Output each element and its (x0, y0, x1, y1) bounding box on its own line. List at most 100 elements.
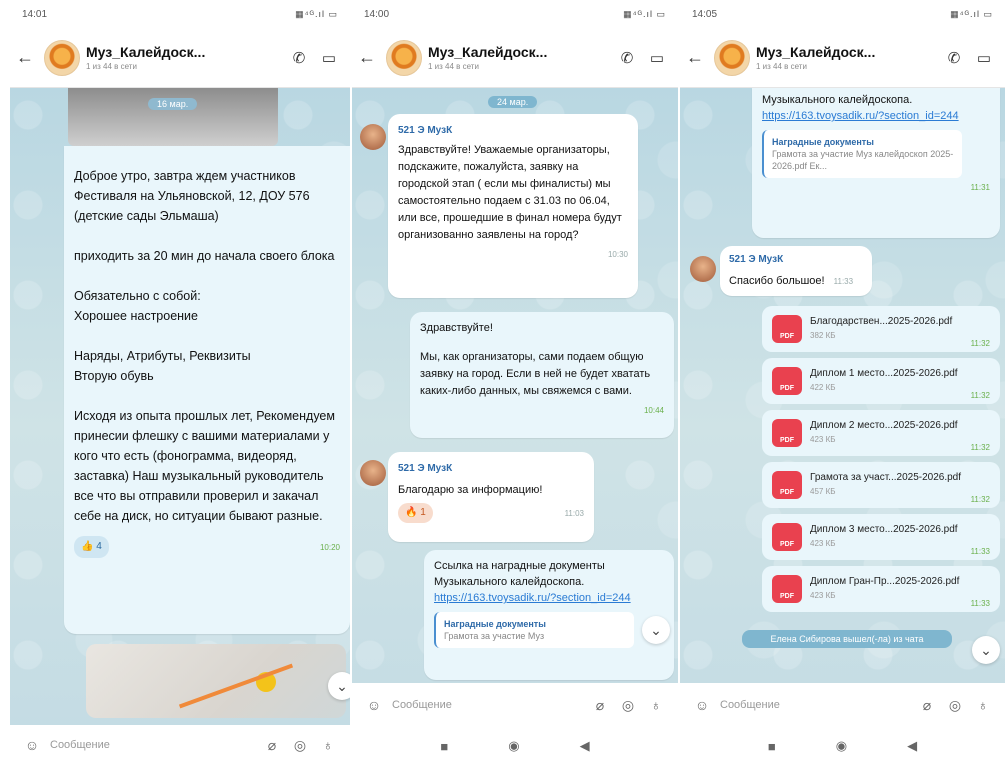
chat-title-block[interactable]: Муз_Калейдоск... 1 из 44 в сети (86, 44, 284, 71)
file-message[interactable]: PDF Благодарствен...2025-2026.pdf 382 КБ … (762, 306, 1000, 352)
message-text: Хорошее настроение (74, 309, 198, 323)
message-text: Здравствуйте! (420, 322, 493, 334)
message-link[interactable]: https://163.tvoysadik.ru/?section_id=244 (762, 108, 990, 124)
mic-icon[interactable]: ♁ (642, 697, 670, 713)
home-icon[interactable]: ◉ (508, 738, 519, 754)
preview-subtitle: Грамота за участие Муз калейдоскоп 2025-… (772, 149, 954, 171)
attach-icon[interactable]: ⌀ (586, 697, 614, 714)
pdf-file-icon: PDF (772, 315, 802, 343)
message-text: Вторую обувь (74, 369, 154, 383)
attach-icon[interactable]: ⌀ (913, 697, 941, 714)
message-input-bar: ☺ Сообщение ⌀ ◎ ♁ (680, 683, 1005, 727)
file-message[interactable]: PDF Грамота за участ...2025-2026.pdf 457 … (762, 462, 1000, 508)
message-input[interactable]: Сообщение (716, 699, 913, 711)
message-time: 10:30 (607, 250, 628, 259)
message-bubble[interactable]: Ссылка на наградные документы Музыкально… (424, 550, 674, 680)
chat-title: Муз_Калейдоск... (86, 44, 206, 60)
map-attachment[interactable] (86, 644, 346, 718)
message-bubble[interactable]: Здравствуйте! Мы, как организаторы, сами… (410, 312, 674, 438)
reaction-badge[interactable]: 👍 4 (74, 536, 109, 558)
scroll-down-button[interactable]: ⌄ (328, 672, 350, 700)
file-message[interactable]: PDF Диплом 3 место...2025-2026.pdf 423 КБ… (762, 514, 1000, 560)
mic-icon[interactable]: ♁ (969, 697, 997, 713)
chat-screen-1: 14:01 ▦⁴ᴳ.ıl ▭ ← Муз_Калейдоск... 1 из 4… (10, 0, 350, 765)
file-message[interactable]: PDF Диплом Гран-Пр...2025-2026.pdf 423 КБ… (762, 566, 1000, 612)
message-bubble[interactable]: 521 Э МузК Здравствуйте! Уважаемые орган… (388, 114, 638, 298)
message-link[interactable]: https://163.tvoysadik.ru/?section_id=244 (434, 590, 664, 606)
status-bar: 14:00 ▦⁴ᴳ.ıl ▭ (352, 0, 678, 28)
message-time: 11:03 (564, 509, 584, 518)
message-input[interactable]: Сообщение (388, 699, 586, 711)
date-pill: 24 мар. (488, 96, 538, 108)
message-text: Музыкального калейдоскопа. (762, 94, 913, 106)
phone-icon[interactable]: ✆ (612, 49, 642, 67)
chat-screen-3: 14:05 ▦⁴ᴳ.ıl ▭ ← Муз_Калейдоск... 1 из 4… (680, 0, 1005, 765)
attach-icon[interactable]: ⌀ (258, 737, 286, 754)
pdf-file-icon: PDF (772, 575, 802, 603)
message-time: 11:33 (970, 599, 990, 608)
file-message[interactable]: PDF Диплом 2 место...2025-2026.pdf 423 КБ… (762, 410, 1000, 456)
photo-attachment[interactable]: 16 мар. (68, 88, 278, 146)
chat-header: ← Муз_Калейдоск... 1 из 44 в сети ✆ ▭ (352, 28, 678, 88)
sender-avatar[interactable] (360, 124, 386, 150)
sender-avatar[interactable] (690, 256, 716, 282)
message-input-bar: ☺ Сообщение ⌀ ◎ ♁ (10, 725, 350, 765)
message-input[interactable]: Сообщение (46, 739, 258, 751)
video-call-icon[interactable]: ▭ (969, 49, 999, 67)
mic-icon[interactable]: ♁ (314, 737, 342, 753)
message-text: Благодарю за информацию! (398, 484, 543, 496)
message-bubble[interactable]: 521 Э МузК Спасибо большое! 11:33 (720, 246, 872, 296)
file-size: 423 КБ (810, 539, 836, 548)
recents-icon[interactable]: ■ (440, 739, 448, 754)
chat-title-block[interactable]: Муз_Калейдоск... 1 из 44 в сети (756, 44, 939, 71)
file-size: 382 КБ (810, 331, 836, 340)
message-bubble[interactable]: Музыкального калейдоскопа. https://163.t… (752, 88, 1000, 238)
video-call-icon[interactable]: ▭ (314, 49, 344, 67)
file-size: 422 КБ (810, 383, 836, 392)
file-name: Диплом 3 место...2025-2026.pdf (810, 524, 958, 535)
camera-icon[interactable]: ◎ (941, 697, 969, 714)
back-nav-icon[interactable]: ◀ (907, 738, 917, 754)
scroll-down-button[interactable]: ⌄ (972, 636, 1000, 664)
back-arrow-icon[interactable]: ← (686, 47, 708, 68)
back-arrow-icon[interactable]: ← (16, 47, 38, 68)
message-text: Здравствуйте! Уважаемые организаторы, по… (398, 144, 622, 241)
message-bubble[interactable]: 521 Э МузК Благодарю за информацию! 🔥 1 … (388, 452, 594, 542)
route-line (178, 663, 294, 709)
group-avatar[interactable] (386, 39, 422, 76)
system-nav-bar: ■ ◉ ◀ (352, 727, 678, 765)
chat-screen-2: 14:00 ▦⁴ᴳ.ıl ▭ ← Муз_Калейдоск... 1 из 4… (352, 0, 678, 765)
chat-subtitle: 1 из 44 в сети (428, 62, 479, 71)
video-call-icon[interactable]: ▭ (642, 49, 672, 67)
file-size: 423 КБ (810, 435, 836, 444)
message-bubble[interactable]: Доброе утро, завтра ждем участников Фест… (64, 146, 350, 634)
group-avatar[interactable] (714, 39, 750, 76)
home-icon[interactable]: ◉ (836, 738, 847, 754)
back-nav-icon[interactable]: ◀ (580, 738, 590, 754)
emoji-icon[interactable]: ☺ (688, 697, 716, 713)
camera-icon[interactable]: ◎ (614, 697, 642, 714)
message-time: 10:44 (643, 406, 664, 415)
message-time: 11:33 (833, 277, 854, 286)
system-nav-bar: ■ ◉ ◀ (680, 727, 1005, 765)
status-indicators: ▦⁴ᴳ.ıl ▭ (295, 8, 338, 19)
group-avatar[interactable] (44, 39, 80, 76)
message-text: Ссылка на наградные документы Музыкально… (434, 560, 605, 588)
file-message[interactable]: PDF Диплом 1 место...2025-2026.pdf 422 КБ… (762, 358, 1000, 404)
link-preview[interactable]: Наградные документы Грамота за участие М… (434, 612, 634, 648)
reaction-badge[interactable]: 🔥 1 (398, 503, 433, 523)
emoji-icon[interactable]: ☺ (360, 697, 388, 713)
phone-icon[interactable]: ✆ (284, 49, 314, 67)
camera-icon[interactable]: ◎ (286, 737, 314, 754)
recents-icon[interactable]: ■ (768, 739, 776, 754)
phone-icon[interactable]: ✆ (939, 49, 969, 67)
pdf-file-icon: PDF (772, 367, 802, 395)
chat-header: ← Муз_Калейдоск... 1 из 44 в сети ✆ ▭ (10, 28, 350, 88)
link-preview[interactable]: Наградные документы Грамота за участие М… (762, 130, 962, 178)
emoji-icon[interactable]: ☺ (18, 737, 46, 753)
sender-avatar[interactable] (360, 460, 386, 486)
chat-title-block[interactable]: Муз_Калейдоск... 1 из 44 в сети (428, 44, 612, 71)
chat-header: ← Муз_Калейдоск... 1 из 44 в сети ✆ ▭ (680, 28, 1005, 88)
back-arrow-icon[interactable]: ← (358, 47, 380, 68)
scroll-down-button[interactable]: ⌄ (642, 616, 670, 644)
